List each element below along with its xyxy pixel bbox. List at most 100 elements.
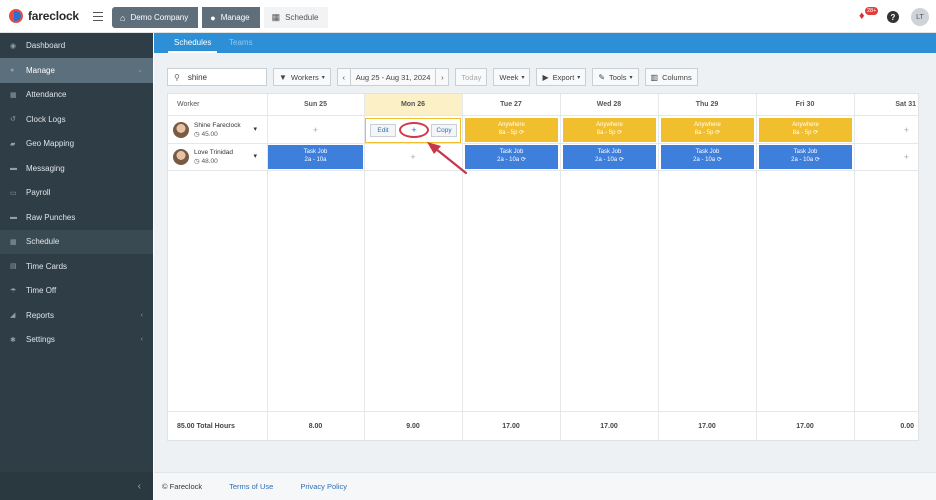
app-name: fareclock — [28, 9, 79, 23]
repeat-icon: ⟳ — [814, 156, 820, 163]
totals-row: 85.00 Total Hours 8.00 9.00 17.00 17.00 … — [168, 411, 918, 440]
calendar-icon: ▦ — [10, 91, 17, 99]
add-shift-button[interactable]: + — [399, 122, 429, 138]
privacy-link[interactable]: Privacy Policy — [300, 482, 347, 491]
grid-icon: ▦ — [10, 238, 17, 246]
add-shift-cell[interactable]: + — [267, 117, 364, 143]
sidebar-item-attendance[interactable]: ▦ Attendance — [0, 83, 153, 108]
shift-block[interactable]: Anywhere 8a - 5p ⟳ — [563, 118, 656, 142]
shift-block[interactable]: Task Job 2a - 10a ⟳ — [759, 145, 852, 169]
shift-block[interactable]: Task Job 2a - 10a ⟳ — [563, 145, 656, 169]
row-divider — [168, 143, 918, 144]
export-button[interactable]: ▶ Export ▾ — [536, 68, 587, 86]
day-header-sun: Sun 25 — [267, 94, 364, 116]
columns-button[interactable]: ▥ Columns — [644, 68, 698, 86]
export-icon: ▶ — [542, 72, 549, 82]
sidebar-item-time-cards[interactable]: ▤ Time Cards — [0, 254, 153, 279]
columns-icon: ▥ — [650, 72, 659, 82]
user-avatar[interactable]: LT — [911, 8, 929, 26]
sidebar-item-raw-punches[interactable]: ▬ Raw Punches — [0, 205, 153, 230]
user-icon: ● — [210, 12, 216, 23]
today-button[interactable]: Today — [455, 68, 488, 86]
tabs-bar: Schedules Teams — [154, 33, 936, 53]
worker-hours: 48.00 — [201, 158, 218, 165]
sidebar-collapse-button[interactable]: ‹ — [0, 472, 153, 500]
day-header-sat: Sat 31 — [854, 94, 918, 116]
caret-down-icon: ▾ — [577, 74, 581, 81]
tools-button[interactable]: ✎ Tools ▾ — [592, 68, 639, 86]
terms-link[interactable]: Terms of Use — [229, 482, 273, 491]
caret-down-icon[interactable]: ▾ — [253, 125, 257, 133]
sidebar-item-clock-logs[interactable]: ↺ Clock Logs — [0, 107, 153, 132]
repeat-icon: ⟳ — [715, 129, 721, 136]
copyright-text: © Fareclock — [162, 482, 203, 491]
caret-down-icon: ▾ — [629, 74, 633, 81]
top-bar: fareclock ⌂ Demo Company ● Manage ▦ Schedul… — [0, 0, 936, 33]
breadcrumb-manage[interactable]: ● Manage — [202, 7, 260, 28]
day-header-wed: Wed 28 — [560, 94, 658, 116]
worker-name: Love Trinidad — [194, 149, 234, 156]
day-total: 17.00 — [600, 423, 618, 430]
chart-icon: ◢ — [10, 312, 16, 320]
repeat-icon: ⟳ — [617, 129, 623, 136]
search-input[interactable]: ⚲ shine — [167, 68, 267, 86]
notifications-bell-icon[interactable]: ♦ 28+ — [859, 7, 879, 24]
app-logo[interactable]: fareclock — [9, 9, 79, 23]
breadcrumb: ⌂ Demo Company ● Manage ▦ Schedule — [112, 7, 332, 28]
sidebar-item-time-off[interactable]: ☂ Time Off — [0, 279, 153, 304]
sidebar-item-geo-mapping[interactable]: ▰ Geo Mapping — [0, 132, 153, 157]
add-shift-cell[interactable]: + — [854, 144, 918, 170]
breadcrumb-company[interactable]: ⌂ Demo Company — [112, 7, 199, 28]
repeat-icon: ⟳ — [716, 156, 722, 163]
worker-row-shine[interactable]: Shine Fareclock ◷ 45.00 ▾ — [168, 117, 267, 143]
sidebar-item-reports[interactable]: ◢ Reports ‹ — [0, 303, 153, 328]
edit-button[interactable]: Edit — [370, 124, 396, 137]
menu-toggle-icon[interactable] — [93, 12, 103, 21]
search-icon: ⚲ — [174, 72, 180, 82]
sidebar-item-dashboard[interactable]: ◉ Dashboard — [0, 34, 153, 59]
worker-row-love[interactable]: Love Trinidad ◷ 48.00 ▾ — [168, 144, 267, 170]
shift-block[interactable]: Task Job 2a - 10a — [268, 145, 363, 169]
caret-down-icon: ▾ — [321, 74, 325, 81]
caret-down-icon[interactable]: ▾ — [253, 152, 257, 160]
add-shift-cell[interactable]: + — [854, 117, 918, 143]
truck-icon: ▬ — [10, 213, 17, 221]
date-range-display[interactable]: Aug 25 - Aug 31, 2024 — [349, 68, 437, 86]
shift-block[interactable]: Anywhere 8a - 5p ⟳ — [465, 118, 558, 142]
shift-block[interactable]: Task Job 2a - 10a ⟳ — [465, 145, 558, 169]
message-icon: ▬ — [10, 164, 17, 172]
sidebar-item-payroll[interactable]: ▭ Payroll — [0, 181, 153, 206]
add-shift-cell[interactable]: + — [364, 144, 462, 170]
day-total: 0.00 — [900, 423, 914, 430]
day-total: 8.00 — [308, 423, 323, 430]
sidebar-item-settings[interactable]: ✱ Settings ‹ — [0, 328, 153, 353]
calendar-icon: ▦ — [271, 12, 281, 22]
shift-block[interactable]: Task Job 2a - 10a ⟳ — [661, 145, 754, 169]
sidebar-item-messaging[interactable]: ▬ Messaging — [0, 156, 153, 181]
previous-week-button[interactable]: ‹ — [336, 68, 351, 86]
copy-button[interactable]: Copy — [431, 124, 457, 137]
sidebar-item-manage[interactable]: ● Manage ⌄ — [0, 58, 153, 83]
avatar — [173, 122, 189, 138]
shift-block[interactable]: Anywhere 8a - 5p ⟳ — [759, 118, 852, 142]
day-total: 9.00 — [406, 423, 420, 430]
view-select[interactable]: Week ▾ — [493, 68, 531, 86]
filter-icon: ▼ — [279, 72, 287, 82]
next-week-button[interactable]: › — [435, 68, 450, 86]
workers-filter-button[interactable]: ▼ Workers ▾ — [273, 68, 331, 86]
tab-schedules[interactable]: Schedules — [167, 38, 218, 53]
help-icon[interactable]: ? — [887, 11, 899, 23]
footer: © Fareclock Terms of Use Privacy Policy — [154, 472, 936, 500]
chevron-right-icon: › — [441, 72, 444, 82]
avatar — [173, 149, 189, 165]
breadcrumb-schedule: ▦ Schedule — [263, 7, 329, 28]
sidebar-item-schedule[interactable]: ▦ Schedule — [0, 229, 153, 254]
repeat-icon: ⟳ — [618, 156, 624, 163]
schedule-grid: Worker Sun 25 Mon 26 Tue 27 Wed 28 Thu 2… — [167, 93, 919, 441]
shift-block[interactable]: Anywhere 8a - 5p ⟳ — [661, 118, 754, 142]
chevron-left-icon: ‹ — [342, 72, 345, 82]
plus-icon: + — [410, 152, 416, 162]
gear-icon: ✱ — [10, 336, 16, 344]
tab-teams[interactable]: Teams — [229, 38, 253, 47]
worker-column-header: Worker — [168, 94, 267, 116]
